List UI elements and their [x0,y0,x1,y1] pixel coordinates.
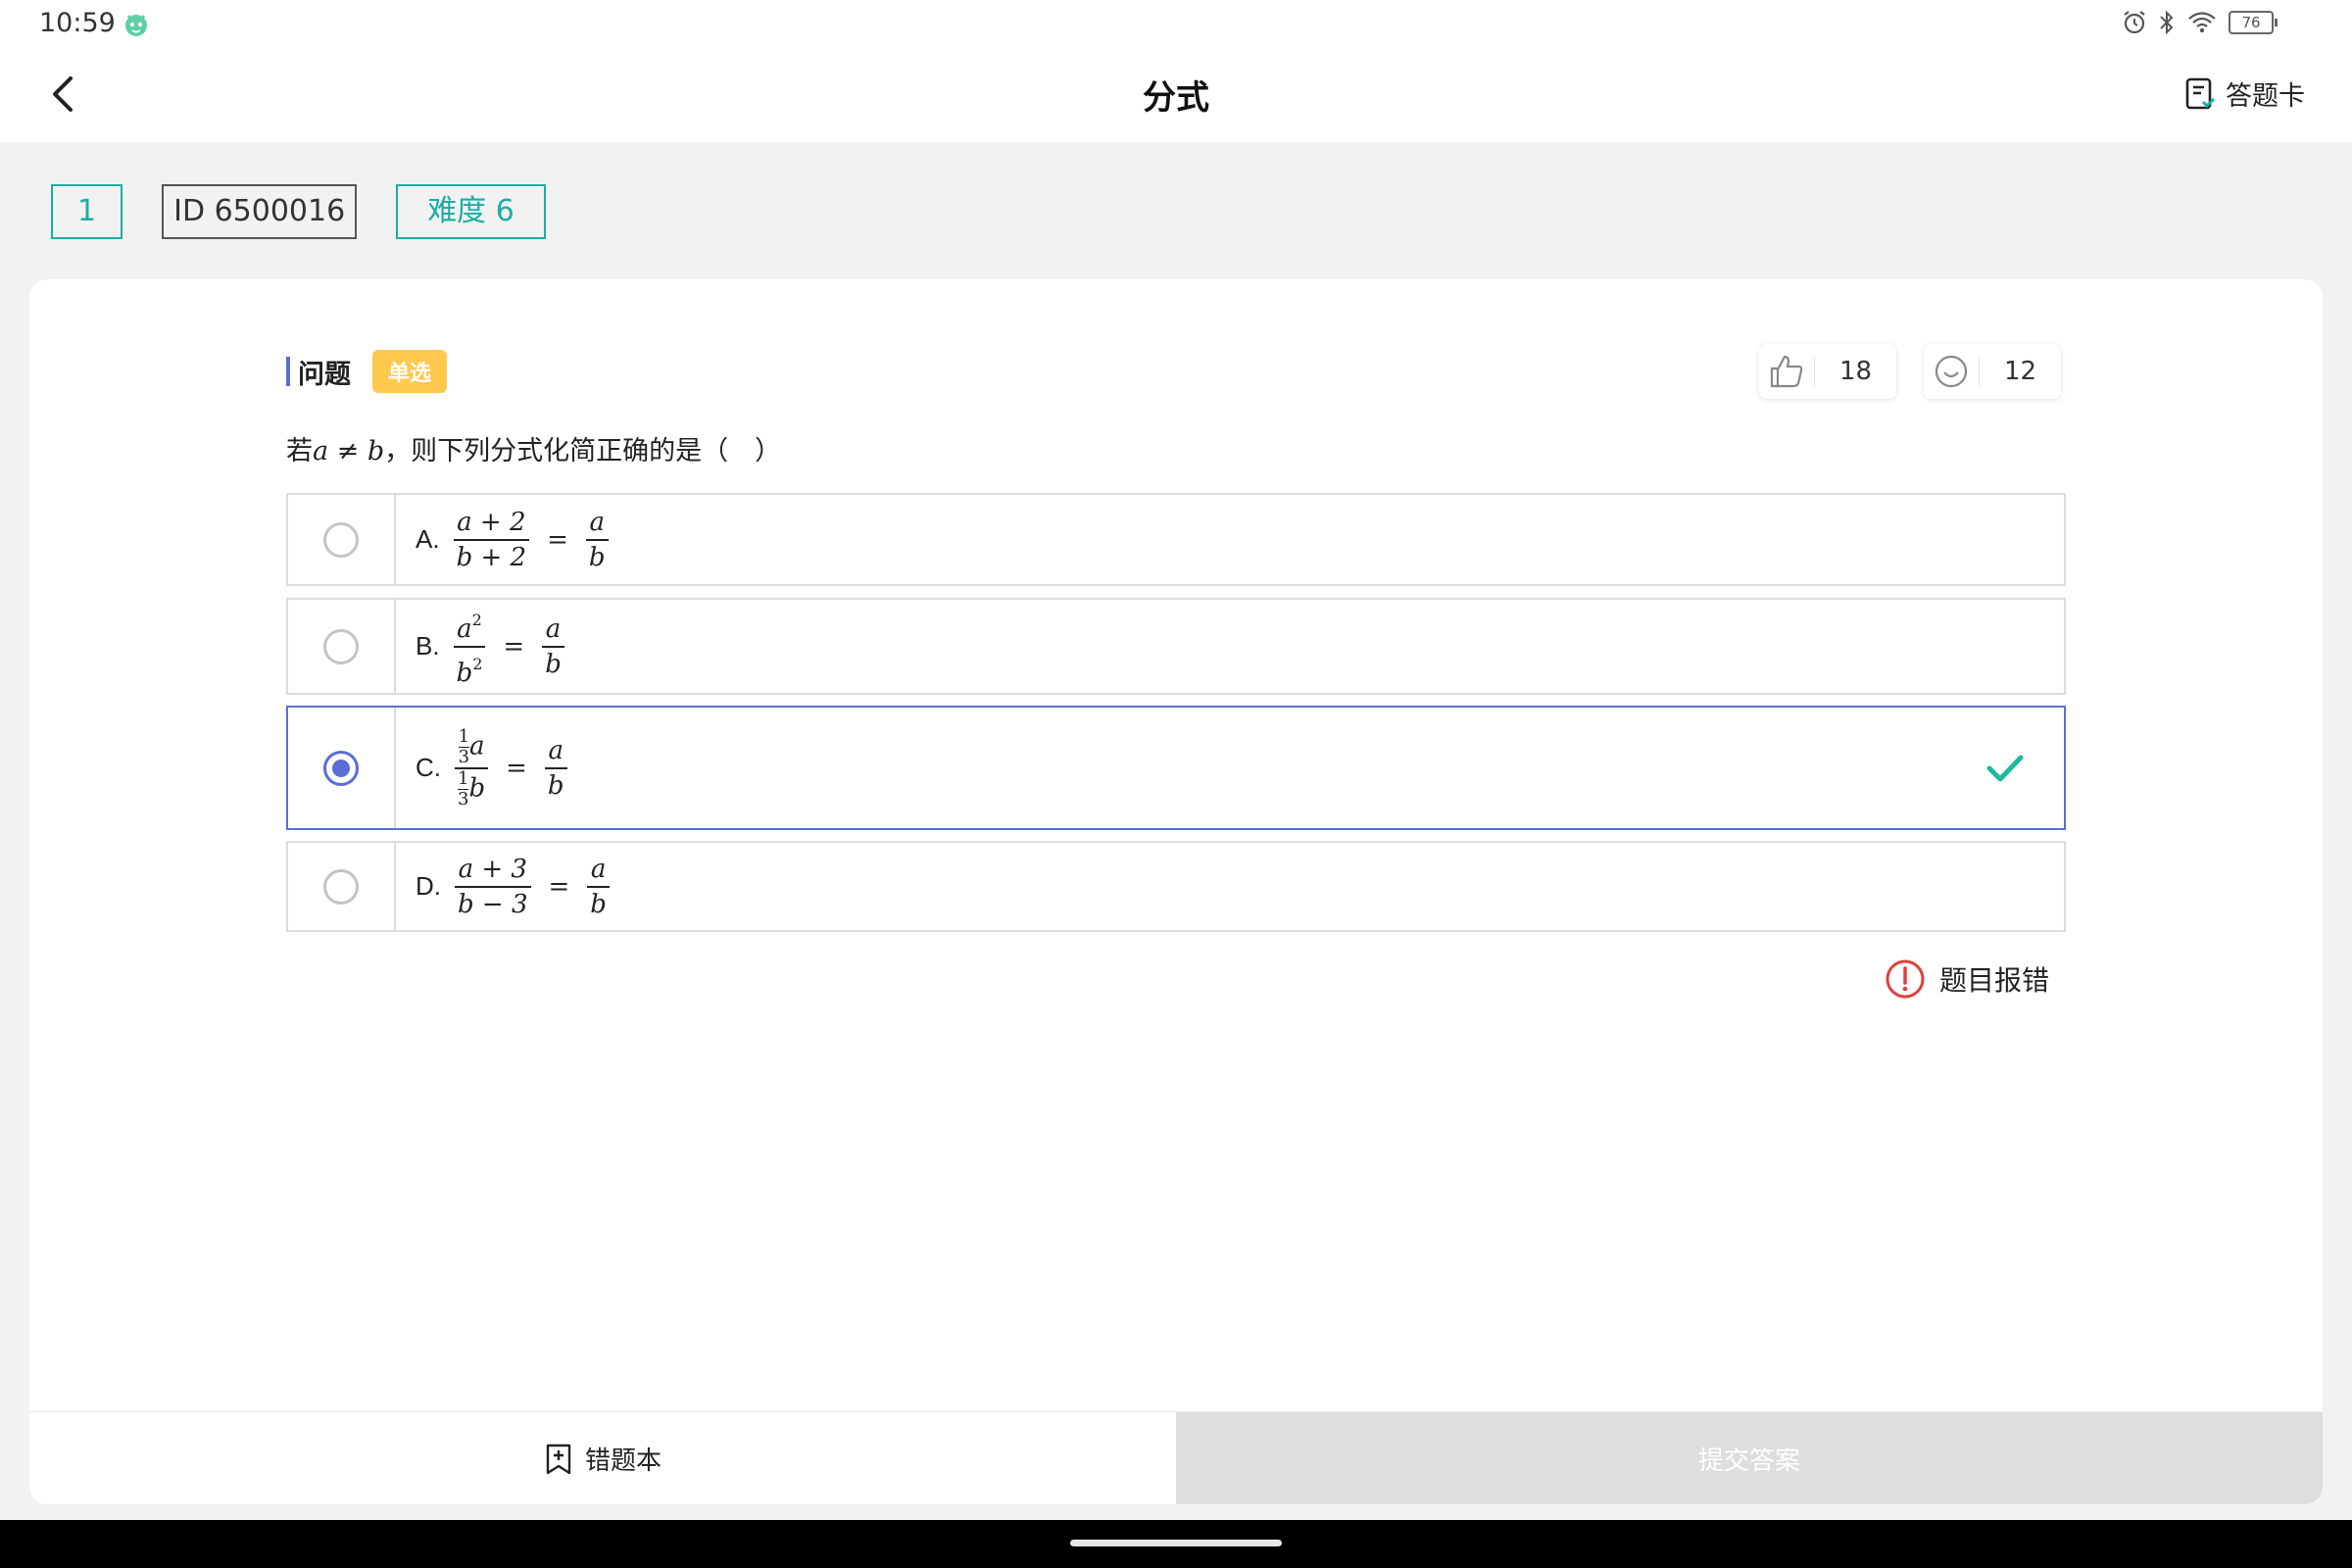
question-type-badge: 单选 [372,350,448,393]
option-a-rhs-fraction: a b [585,506,609,574]
answer-sheet-icon [2185,77,2216,109]
option-d-radio-cell[interactable] [288,843,396,930]
question-stem-math: a ≠ b [313,436,385,466]
gesture-navigation-bar [0,1520,2352,1568]
page-title: 分式 [1143,78,1209,118]
status-time: 10:59 [39,8,116,38]
option-a-content: A. a + 2 b + 2 = a b [416,495,612,584]
smile-icon [1935,355,1968,388]
option-letter: D. [416,871,441,901]
like-button[interactable]: 18 [1759,344,1896,399]
fraction-denominator: b − 3 [458,889,528,919]
wrong-book-button[interactable]: 错题本 [29,1412,1176,1504]
option-letter: B. [416,631,440,661]
option-a-lhs-fraction: a + 2 b + 2 [453,506,530,574]
bottom-action-bar: 错题本 提交答案 [29,1411,2323,1504]
option-b-content: B. a2 b2 = a b [416,600,568,693]
option-b-rhs-fraction: a b [542,612,564,681]
question-label: 问题 [298,359,351,390]
question-stem-suffix: ，则下列分式化简正确的是（ ） [384,436,782,466]
fraction-numerator: a2 [457,610,482,644]
warning-icon [1886,959,1925,999]
question-stem: 若a ≠ b，则下列分式化简正确的是（ ） [286,429,781,467]
option-d-content: D. a + 3 b − 3 = a b [416,843,613,930]
fraction-denominator: b [590,889,607,919]
smile-button[interactable]: 12 [1924,344,2061,399]
fraction-numerator: a [589,507,605,537]
submit-answer-label: 提交答案 [1697,1446,1800,1476]
question-card: 问题 单选 18 12 若a ≠ b，则下列分式化简正确的是（ ） A. a +… [29,279,2323,1504]
option-d-radio[interactable] [323,868,359,905]
option-a-radio-cell[interactable] [288,495,396,584]
question-id-tag: ID 6500016 [162,184,358,239]
thumbs-up-icon [1770,355,1803,388]
fraction-numerator: a + 3 [458,854,527,884]
question-accent-bar [286,357,290,386]
option-c-radio-dot [332,759,350,777]
answer-card-button[interactable]: 答题卡 [2184,74,2305,113]
option-b-radio-cell[interactable] [288,600,396,693]
option-b-lhs-fraction: a2 b2 [453,604,486,690]
smile-count: 12 [2003,357,2037,386]
fraction-denominator: b + 2 [456,542,527,572]
fraction-numerator: a + 2 [457,507,526,537]
fraction-numerator: 13a [458,725,485,767]
option-c-radio-cell[interactable] [288,708,396,828]
question-tags: 1 ID 6500016 难度 6 [51,184,546,239]
option-c-rhs-fraction: a b [544,734,567,803]
option-c[interactable]: C. 13a 13b = a b [286,706,2066,830]
option-d-lhs-fraction: a + 3 b − 3 [455,853,531,921]
fraction-denominator: b [545,649,562,679]
report-error-button[interactable]: 题目报错 [1885,958,2049,1000]
fraction-numerator: a [590,854,607,884]
fraction-numerator: a [548,735,564,765]
difficulty-tag: 难度 6 [396,184,546,239]
option-b-radio[interactable] [323,628,359,664]
status-icons: 76 [2123,10,2278,35]
like-count: 18 [1838,357,1873,386]
fraction-denominator: b [547,770,564,801]
gesture-handle[interactable] [1070,1540,1282,1546]
question-header: 问题 单选 [286,350,448,393]
question-stem-prefix: 若 [286,436,313,466]
fraction-denominator: b2 [456,654,483,688]
nav-bar: 分式 答题卡 [0,49,2352,142]
wrong-book-label: 错题本 [584,1446,662,1476]
option-a[interactable]: A. a + 2 b + 2 = a b [286,493,2066,586]
fraction-denominator: b [588,542,606,572]
option-a-radio[interactable] [323,521,359,558]
option-c-content: C. 13a 13b = a b [416,708,571,828]
battery-level: 76 [2241,14,2261,31]
option-letter: C. [416,753,441,782]
option-d[interactable]: D. a + 3 b − 3 = a b [286,841,2066,932]
app-notification-icon [125,15,147,36]
answer-card-label: 答题卡 [2226,81,2305,112]
correct-check-icon [1986,755,2024,781]
wifi-icon [2188,12,2216,33]
fraction-denominator: 13b [458,767,486,809]
submit-answer-button[interactable]: 提交答案 [1176,1412,2323,1504]
status-bar: 10:59 76 [0,0,2352,49]
bookmark-add-icon [546,1444,571,1474]
bluetooth-icon [2160,10,2174,35]
option-c-radio[interactable] [323,750,359,786]
option-c-lhs-fraction: 13a 13b [455,725,489,809]
question-number-tag: 1 [51,184,123,239]
option-letter: A. [416,524,440,554]
option-d-rhs-fraction: a b [587,853,610,921]
option-b[interactable]: B. a2 b2 = a b [286,598,2066,695]
alarm-icon [2124,11,2145,34]
fraction-numerator: a [545,613,562,644]
battery-icon: 76 [2229,11,2278,34]
report-error-label: 题目报错 [1939,964,2050,997]
